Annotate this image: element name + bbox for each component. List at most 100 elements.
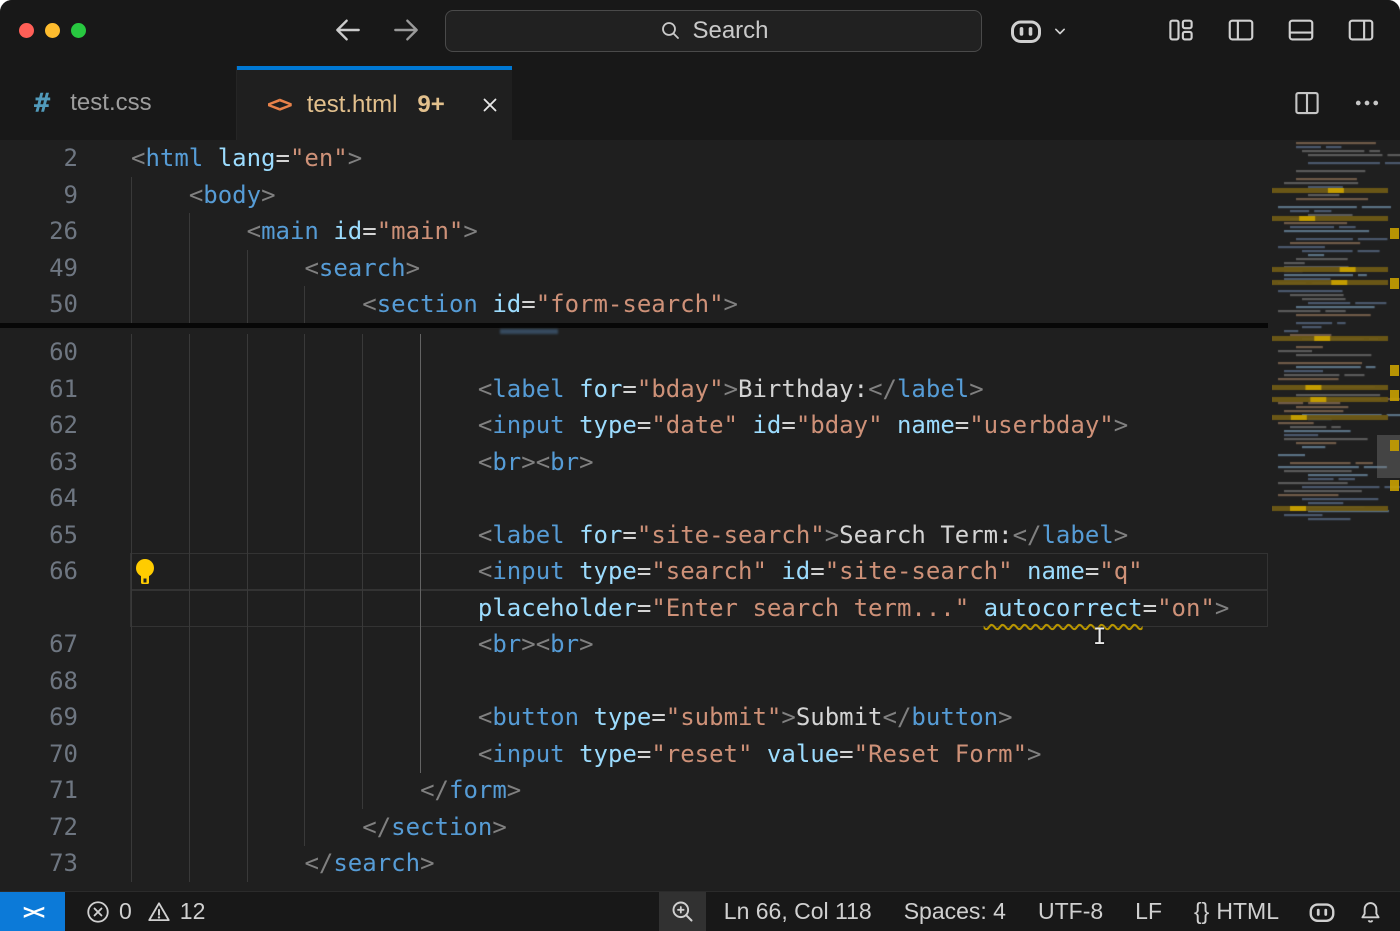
editor-tab-bar: # test.css <> test.html 9+ [0,66,1400,140]
line-number[interactable]: 50 [0,286,78,323]
overview-ruler-warning-mark [1390,278,1399,289]
indent-guide [131,334,132,371]
encoding-status[interactable]: UTF-8 [1028,892,1113,931]
quick-fix-lightbulb[interactable] [133,557,157,589]
window-zoom-status[interactable] [659,892,706,931]
indent-guide [304,334,305,371]
indent-guide [362,663,363,700]
go-forward-button[interactable] [388,12,424,48]
code-text: <button type="submit">Submit</button> [131,699,1013,736]
minimize-window-button[interactable] [45,23,60,38]
sticky-line[interactable]: 2<html lang="en"> [0,140,1268,177]
lightbulb-icon [133,557,157,589]
copilot-menu[interactable] [1008,13,1070,49]
indent-guide [247,663,248,700]
command-center-search[interactable]: Search [445,10,982,52]
line-number[interactable]: 61 [0,371,78,408]
vscode-window: Search [0,0,1400,931]
code-line[interactable]: 72 </section> [0,809,1268,846]
line-number[interactable]: 73 [0,845,78,882]
line-number[interactable]: 66 [0,553,78,590]
sticky-line[interactable]: 9<body> [0,177,1268,214]
cursor-position-status[interactable]: Ln 66, Col 118 [714,892,882,931]
sticky-line[interactable]: 50<section id="form-search"> [0,286,1268,323]
close-window-button[interactable] [19,23,34,38]
warning-squiggle: autocorrect [984,594,1143,622]
more-actions-button[interactable] [1350,86,1384,120]
go-back-button[interactable] [330,12,366,48]
eol-status[interactable]: LF [1125,892,1172,931]
line-number[interactable]: 68 [0,663,78,700]
line-number[interactable]: 70 [0,736,78,773]
overview-ruler-warning-mark [1390,390,1399,401]
overview-ruler-warning-mark [1390,228,1399,239]
bell-icon [1357,898,1384,925]
tab-test-html[interactable]: <> test.html 9+ [237,66,512,140]
indent-guide [247,480,248,517]
indent-guide [362,480,363,517]
notifications-bell[interactable] [1347,892,1394,931]
indent-guide [189,663,190,700]
toggle-panel-button[interactable] [1284,13,1318,47]
code-editor[interactable]: 2<html lang="en">9<body>26<main id="main… [0,140,1400,891]
chevron-down-icon [1050,21,1070,41]
line-number[interactable]: 67 [0,626,78,663]
problems-badge: 9+ [417,91,444,119]
code-line[interactable]: 63<br><br> [0,444,1268,481]
search-icon [658,19,682,43]
line-number[interactable]: 72 [0,809,78,846]
close-icon [479,94,501,116]
line-number[interactable]: 63 [0,444,78,481]
toggle-primary-sidebar-button[interactable] [1224,13,1258,47]
line-number[interactable]: 71 [0,772,78,809]
remote-indicator[interactable]: >< [0,892,65,931]
sticky-line[interactable]: 26<main id="main"> [0,213,1268,250]
minimap[interactable] [1272,140,1400,891]
code-line[interactable]: 62<input type="date" id="bday" name="use… [0,407,1268,444]
code-line[interactable]: 65<label for="site-search">Search Term:<… [0,517,1268,554]
warning-icon [146,899,172,925]
split-editor-button[interactable] [1290,86,1324,120]
code-line[interactable]: 69 <button type="submit">Submit</button> [0,699,1268,736]
line-number[interactable]: 69 [0,699,78,736]
line-number[interactable]: 9 [0,177,78,214]
customize-layout-button[interactable] [1164,13,1198,47]
indent-guide [304,663,305,700]
code-text: </section> [131,809,507,846]
language-mode-status[interactable]: {} HTML [1184,892,1289,931]
indent-guide [304,480,305,517]
sticky-line[interactable]: 49<search> [0,250,1268,287]
warning-count: 12 [180,898,206,925]
error-icon [85,899,111,925]
code-line[interactable]: 68 [0,663,1268,700]
code-line[interactable]: placeholder="Enter search term..." autoc… [0,590,1268,627]
code-text: <br><br> [131,626,594,663]
tab-test-css[interactable]: # test.css [0,66,237,140]
close-tab-button[interactable] [475,90,505,120]
code-line[interactable]: 67 <br><br> [0,626,1268,663]
code-line[interactable]: 66<input type="search" id="site-search" … [0,553,1268,590]
code-line[interactable]: 73</search> [0,845,1268,882]
line-number[interactable]: 2 [0,140,78,177]
line-number[interactable]: 26 [0,213,78,250]
zoom-window-button[interactable] [71,23,86,38]
code-line[interactable]: 60 [0,334,1268,371]
code-line[interactable]: 70<input type="reset" value="Reset Form"… [0,736,1268,773]
code-line[interactable]: 64 [0,480,1268,517]
sticky-scroll-shadow [0,323,1268,328]
line-number[interactable]: 60 [0,334,78,371]
mouse-ibeam-cursor: I [1093,625,1106,650]
indent-guide [420,480,421,517]
code-line[interactable]: 71</form> [0,772,1268,809]
sidebar-left-icon [1226,15,1256,45]
code-line[interactable]: 61<label for="bday">Birthday:</label> [0,371,1268,408]
line-number[interactable]: 62 [0,407,78,444]
indent-guide [420,663,421,700]
problems-status[interactable]: 0 12 [75,892,215,931]
toggle-secondary-sidebar-button[interactable] [1344,13,1378,47]
indentation-status[interactable]: Spaces: 4 [894,892,1016,931]
line-number[interactable]: 64 [0,480,78,517]
line-number[interactable]: 49 [0,250,78,287]
line-number[interactable]: 65 [0,517,78,554]
copilot-status[interactable] [1297,892,1347,931]
